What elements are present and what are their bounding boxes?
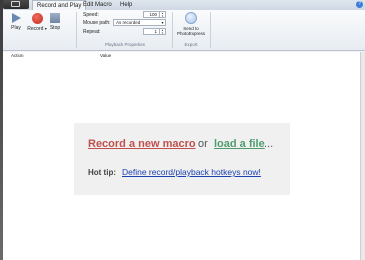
repeat-label: Repeat: bbox=[83, 29, 101, 35]
ellipsis-text: ... bbox=[264, 138, 274, 150]
hot-tip-label: Hot tip: bbox=[88, 168, 116, 177]
record-icon bbox=[31, 13, 43, 24]
send-icon bbox=[185, 12, 197, 24]
record-new-macro-link[interactable]: Record a new macro bbox=[88, 138, 196, 150]
ribbon-separator bbox=[210, 12, 211, 48]
play-button[interactable]: Play bbox=[9, 13, 23, 31]
speed-spin-arrows[interactable]: ▴ ▾ bbox=[159, 12, 165, 18]
mouse-path-dropdown[interactable]: As recorded ▾ bbox=[113, 19, 166, 26]
vertical-scrollbar[interactable] bbox=[360, 52, 365, 260]
play-label: Play bbox=[11, 25, 21, 31]
help-question-icon[interactable]: ? bbox=[356, 1, 363, 8]
playback-properties-group-label: Playback Properties bbox=[104, 42, 146, 47]
ribbon-separator bbox=[76, 12, 77, 48]
mouse-path-label: Mouse path: bbox=[83, 20, 111, 26]
ribbon-separator bbox=[172, 12, 173, 48]
repeat-value: 1 bbox=[154, 29, 157, 34]
tab-help[interactable]: Help bbox=[116, 0, 136, 10]
send-label-line2: PhotoExpress bbox=[176, 31, 205, 36]
column-header-action[interactable]: Action bbox=[11, 53, 24, 58]
column-header-value[interactable]: Value bbox=[100, 53, 111, 58]
stop-label: Stop bbox=[49, 25, 61, 31]
mouse-path-value: As recorded bbox=[116, 20, 141, 25]
repeat-spinbox[interactable]: 1 ▴ ▾ bbox=[143, 28, 166, 35]
record-label: Record ▾ bbox=[27, 26, 47, 32]
speed-label: Speed: bbox=[83, 12, 99, 18]
load-file-link[interactable]: load a file bbox=[214, 138, 265, 150]
file-menu-icon bbox=[11, 1, 20, 7]
export-group-label: Export bbox=[184, 42, 198, 47]
file-menu-button[interactable] bbox=[3, 0, 29, 9]
define-hotkeys-link[interactable]: Define record/playback hotkeys now! bbox=[122, 167, 261, 177]
speed-value: 100 bbox=[149, 12, 157, 17]
repeat-spin-arrows[interactable]: ▴ ▾ bbox=[159, 29, 165, 35]
or-text: or bbox=[198, 138, 208, 150]
play-icon bbox=[12, 13, 21, 23]
send-to-photoexpress-button[interactable]: Send to PhotoExpress bbox=[175, 12, 207, 36]
tab-edit-macro[interactable]: Edit Macro bbox=[79, 0, 116, 10]
stop-icon bbox=[50, 13, 60, 23]
stop-button[interactable]: Stop bbox=[48, 13, 62, 31]
welcome-panel bbox=[74, 123, 290, 195]
record-button[interactable]: Record ▾ bbox=[26, 13, 48, 32]
speed-spinbox[interactable]: 100 ▴ ▾ bbox=[143, 11, 166, 18]
chevron-down-icon: ▾ bbox=[161, 20, 164, 25]
